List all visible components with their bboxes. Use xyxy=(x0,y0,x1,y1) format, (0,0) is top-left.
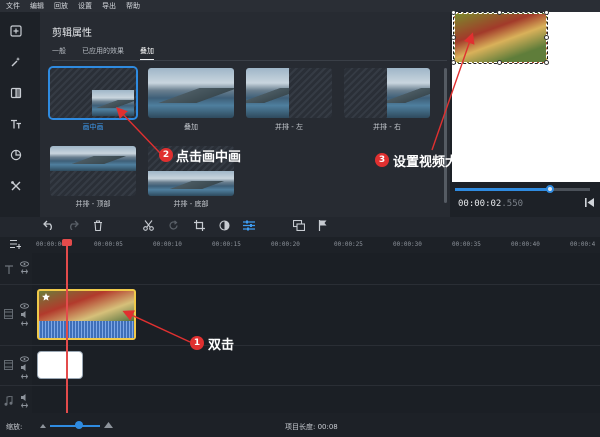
annotation-badge-2: 2 xyxy=(159,148,173,162)
annotation-badge-3: 3 xyxy=(375,153,389,167)
annotation-arrows xyxy=(116,32,475,343)
annotation-text-1: 双击 xyxy=(208,338,235,353)
annotation-text-3: 设置视频大小位置 xyxy=(393,155,498,170)
arrow-to-clip xyxy=(122,310,191,343)
arrow-to-preview xyxy=(431,32,475,151)
annotation-text-2: 点击画中画 xyxy=(176,150,242,165)
annotation-badge-1: 1 xyxy=(190,336,204,350)
arrow-to-pip xyxy=(116,106,161,154)
